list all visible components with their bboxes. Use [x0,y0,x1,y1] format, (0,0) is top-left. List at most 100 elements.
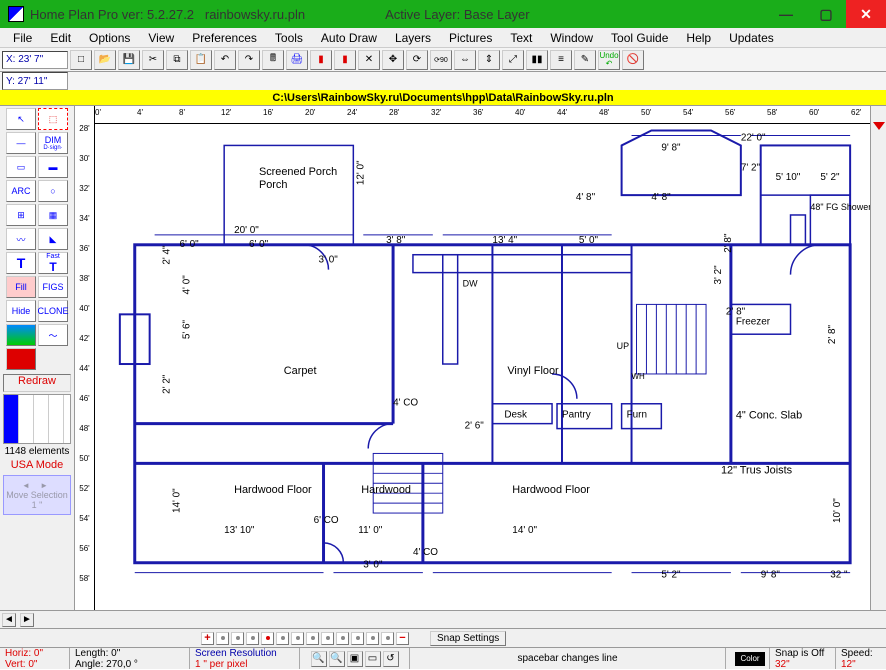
snap-dot-5[interactable] [276,632,289,645]
floorplan-canvas[interactable]: Screened Porch Porch Carpet Vinyl Floor … [95,124,870,610]
svg-text:14' 0": 14' 0" [171,488,182,513]
snap-dot-2[interactable] [231,632,244,645]
menu-file[interactable]: File [4,31,41,45]
zoom-in-icon[interactable]: 🔍 [311,651,327,667]
pointer-tool[interactable]: ↖ [6,108,36,130]
menu-layers[interactable]: Layers [386,31,440,45]
prohibit-icon[interactable]: 🚫 [622,50,644,70]
snap-dot-12[interactable] [381,632,394,645]
save-icon[interactable]: 💾 [118,50,140,70]
maximize-button[interactable]: ▢ [806,0,846,28]
undo-icon[interactable]: ↶ [214,50,236,70]
grid-tool[interactable]: ▦ [38,204,68,226]
rotate-icon[interactable]: ⟳ [406,50,428,70]
new-icon[interactable]: □ [70,50,92,70]
snap-settings-button[interactable]: Snap Settings [430,631,506,646]
scale-icon[interactable]: ⤢ [502,50,524,70]
snap-dot-4[interactable] [261,632,274,645]
svg-text:3' 0": 3' 0" [363,560,383,571]
color-grid[interactable] [3,394,71,444]
linestyle-icon[interactable]: ≡ [550,50,572,70]
zoom-fit-icon[interactable]: ▣ [347,651,363,667]
snap-dot-8[interactable] [321,632,334,645]
menu-view[interactable]: View [139,31,183,45]
redraw-button[interactable]: Redraw [3,374,71,392]
select-tool[interactable]: ⬚ [38,108,68,130]
text-tool[interactable]: T [6,252,36,274]
rect-tool[interactable]: ▭ [6,156,36,178]
canvas-area[interactable]: 0'4'8'12'16'20'24'28'32'36'40'44'48'50'5… [95,106,870,610]
svg-text:4' CO: 4' CO [413,547,438,558]
rect-red-icon[interactable]: ▮ [310,50,332,70]
print-icon[interactable]: 🖨 [286,50,308,70]
undo-label-icon[interactable]: Undo↶ [598,50,620,70]
menu-options[interactable]: Options [80,31,139,45]
fast-text-tool[interactable]: FastT [38,252,68,274]
angle-tool[interactable]: ◣ [38,228,68,250]
figs-tool[interactable]: FIGS [38,276,68,298]
horizontal-scrollbar[interactable]: ◄ ► [0,610,886,628]
freehand-tool[interactable]: 〜 [38,324,68,346]
svg-text:WH: WH [632,372,645,381]
open-icon[interactable]: 📂 [94,50,116,70]
block-tool[interactable] [6,348,36,370]
palette-icon[interactable]: ▮▮ [526,50,548,70]
menu-window[interactable]: Window [541,31,602,45]
copy-icon[interactable]: ⧉ [166,50,188,70]
scroll-left-icon[interactable]: ◄ [2,613,16,627]
menu-edit[interactable]: Edit [41,31,80,45]
vertical-scrollbar[interactable] [870,106,886,610]
arc-tool[interactable]: ARC [6,180,36,202]
menu-tools[interactable]: Tools [266,31,312,45]
menu-autodraw[interactable]: Auto Draw [312,31,386,45]
menu-help[interactable]: Help [677,31,720,45]
flip-v-icon[interactable]: ⇕ [478,50,500,70]
snap-dot-9[interactable] [336,632,349,645]
zoom-prev-icon[interactable]: ↺ [383,651,399,667]
color-button[interactable]: Color [735,652,765,666]
wall-tool[interactable]: ▬ [38,156,68,178]
zoom-out-icon[interactable]: 🔍 [329,651,345,667]
image-tool[interactable] [6,324,36,346]
snap-minus-icon[interactable]: − [396,632,409,645]
cut-icon[interactable]: ✂ [142,50,164,70]
paste-icon[interactable]: 📋 [190,50,212,70]
calc-icon[interactable]: 🖩 [262,50,284,70]
menu-toolguide[interactable]: Tool Guide [602,31,677,45]
window-tool[interactable]: ⊞ [6,204,36,226]
status-snap[interactable]: Snap is Off [775,648,830,659]
close-button[interactable]: ✕ [846,0,886,28]
move-selection[interactable]: ◄ ► Move Selection 1 " [3,475,71,515]
rotate90-icon[interactable]: ⟳90 [430,50,452,70]
snap-dot-11[interactable] [366,632,379,645]
svg-text:9' 8": 9' 8" [661,142,681,153]
menu-updates[interactable]: Updates [720,31,783,45]
active-layer[interactable]: Active Layer: Base Layer [385,7,530,22]
snap-dot-1[interactable] [216,632,229,645]
menu-preferences[interactable]: Preferences [183,31,266,45]
dim-tool[interactable]: DIMD·sign· [38,132,68,154]
circle-tool[interactable]: ○ [38,180,68,202]
line-tool[interactable]: — [6,132,36,154]
usa-mode[interactable]: USA Mode [11,459,64,471]
scroll-right-icon[interactable]: ► [20,613,34,627]
fill-tool[interactable]: Fill [6,276,36,298]
snap-dot-7[interactable] [306,632,319,645]
menu-pictures[interactable]: Pictures [440,31,501,45]
pen-icon[interactable]: ✎ [574,50,596,70]
snap-dot-10[interactable] [351,632,364,645]
redo-icon[interactable]: ↷ [238,50,260,70]
zoom-region-icon[interactable]: ▭ [365,651,381,667]
snap-dot-6[interactable] [291,632,304,645]
menu-text[interactable]: Text [501,31,541,45]
scissor-icon[interactable]: ✕ [358,50,380,70]
snap-plus-icon[interactable]: + [201,632,214,645]
move-icon[interactable]: ✥ [382,50,404,70]
flip-h-icon[interactable]: ⇔ [454,50,476,70]
door-icon[interactable]: ▮ [334,50,356,70]
hide-tool[interactable]: Hide [6,300,36,322]
clone-tool[interactable]: CLONE [38,300,68,322]
curve-tool[interactable]: 〰 [6,228,36,250]
snap-dot-3[interactable] [246,632,259,645]
minimize-button[interactable]: — [766,0,806,28]
